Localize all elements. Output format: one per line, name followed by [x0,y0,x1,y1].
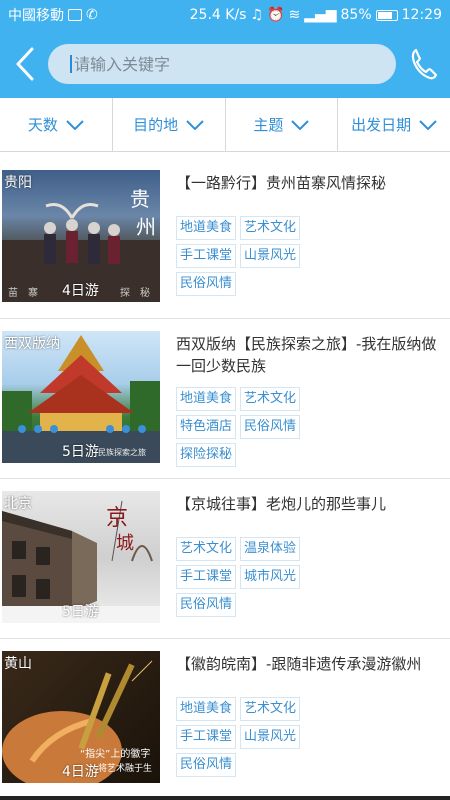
tour-title: 【徽韵皖南】-跟随非遗传承漫游徽州 [176,655,422,673]
chevron-down-icon [291,119,310,130]
tag: 温泉体验 [240,537,301,561]
tag: 探险探秘 [176,443,237,467]
tag: 民俗风情 [176,272,237,296]
svg-text:苗 寨: 苗 寨 [8,286,38,299]
filter-days[interactable]: 天数 [0,98,113,151]
list-item[interactable]: 贵 州 苗 寨 探 秘 贵阳 4日游 【一路黔行】贵州苗寨风情探秘 地道美食 艺… [0,160,450,318]
tag: 特色酒店 [176,415,237,439]
tour-days: 5日游 [62,604,99,620]
svg-text:州: 州 [136,215,156,239]
phone-icon [411,48,438,80]
tour-days: 5日游 [62,444,99,460]
tag-list: 地道美食 艺术文化 手工课堂 山景风光 民俗风情 [176,216,356,296]
tour-content: 西双版纳【民族探索之旅】-我在版纳做一回少数民族 地道美食 艺术文化 特色酒店 … [160,331,450,478]
tag: 山景风光 [240,244,301,268]
tag-list: 地道美食 艺术文化 特色酒店 民俗风情 探险探秘 [176,387,356,467]
tour-title: 西双版纳【民族探索之旅】-我在版纳做一回少数民族 [176,335,437,375]
tour-location: 北京 [4,496,32,512]
tour-thumbnail: 贵 州 苗 寨 探 秘 贵阳 4日游 [2,170,160,302]
tag-list: 艺术文化 温泉体验 手工课堂 城市风光 民俗风情 [176,537,356,617]
list-item[interactable]: “指尖”上的徽字 将艺术融于生 黄山 4日游 【徽韵皖南】-跟随非遗传承漫游徽州… [0,638,450,798]
tour-thumbnail: “指尖”上的徽字 将艺术融于生 黄山 4日游 [2,651,160,783]
tag: 城市风光 [240,565,301,589]
chevron-down-icon [419,119,437,130]
bottom-edge [0,796,450,800]
tag: 民俗风情 [240,415,301,439]
tour-content: 【徽韵皖南】-跟随非遗传承漫游徽州 地道美食 艺术文化 手工课堂 山景风光 民俗… [160,651,450,798]
tour-title: 【一路黔行】贵州苗寨风情探秘 [176,174,387,192]
svg-text:民族探索之旅: 民族探索之旅 [98,447,146,457]
tag: 艺术文化 [240,216,301,240]
tag: 地道美食 [176,216,237,240]
back-button[interactable] [8,44,42,84]
activity-icon [68,9,82,21]
tour-content: 【京城往事】老炮儿的那些事儿 艺术文化 温泉体验 手工课堂 城市风光 民俗风情 [160,491,450,638]
battery-percent: 85% [340,7,372,23]
tour-thumbnail: 民族探索之旅 西双版纳 5日游 [2,331,160,463]
tour-thumbnail: 京 城 北京 5日游 [2,491,160,623]
chevron-down-icon [66,119,84,130]
tag: 艺术文化 [176,537,237,561]
top-bar [0,30,450,98]
svg-text:城: 城 [116,533,134,554]
alarm-icon: ⏰ [267,7,285,23]
svg-text:贵: 贵 [130,187,150,211]
tag: 艺术文化 [240,387,301,411]
filter-label: 主题 [253,116,284,134]
phone-button[interactable] [406,44,442,84]
tag: 地道美食 [176,387,237,411]
tour-location: 黄山 [4,656,32,672]
carrier-label: 中國移動 [8,8,64,24]
back-arrow-icon [16,47,34,81]
tag: 山景风光 [240,725,301,749]
call-icon: ✆ [86,7,98,23]
headphone-icon: ♫ [250,7,264,23]
tag: 手工课堂 [176,244,237,268]
tour-days: 4日游 [62,764,99,780]
tour-location: 西双版纳 [4,336,60,352]
tour-days: 4日游 [62,283,99,299]
list-item[interactable]: 民族探索之旅 西双版纳 5日游 西双版纳【民族探索之旅】-我在版纳做一回少数民族… [0,318,450,478]
chevron-down-icon [186,119,204,130]
tag: 艺术文化 [240,697,301,721]
search-input[interactable] [73,54,396,74]
filter-bar: 天数 目的地 主题 出发日期 [0,98,450,152]
filter-label: 天数 [27,116,58,134]
tag-list: 地道美食 艺术文化 手工课堂 山景风光 民俗风情 [176,697,356,777]
tour-title: 【京城往事】老炮儿的那些事儿 [176,495,387,513]
filter-theme[interactable]: 主题 [226,98,339,151]
network-speed: 25.4 K/s [189,7,247,23]
filter-destination[interactable]: 目的地 [113,98,226,151]
filter-label: 出发日期 [351,116,412,134]
list-item[interactable]: 京 城 北京 5日游 【京城往事】老炮儿的那些事儿 艺术文化 温泉体验 手工课堂… [0,478,450,638]
search-box[interactable] [48,44,396,84]
svg-text:“指尖”上的徽字: “指尖”上的徽字 [80,747,150,760]
tour-location: 贵阳 [4,175,32,191]
tag: 手工课堂 [176,565,237,589]
svg-text:京: 京 [106,506,128,531]
filter-label: 目的地 [133,116,179,134]
tour-list: 贵 州 苗 寨 探 秘 贵阳 4日游 【一路黔行】贵州苗寨风情探秘 地道美食 艺… [0,152,450,798]
svg-text:将艺术融于生: 将艺术融于生 [98,762,152,774]
battery-icon [375,9,398,21]
clock: 12:29 [401,7,442,23]
svg-text:探 秘: 探 秘 [120,286,150,299]
filter-departure-date[interactable]: 出发日期 [338,98,450,151]
text-cursor [70,55,72,73]
tag: 民俗风情 [176,753,237,777]
tag: 地道美食 [176,697,237,721]
status-bar: 中國移動 ✆ 25.4 K/s ♫ ⏰ ≋ ▂▄▆ 85% 12:29 [0,0,450,30]
tour-content: 【一路黔行】贵州苗寨风情探秘 地道美食 艺术文化 手工课堂 山景风光 民俗风情 [160,170,450,318]
tag: 手工课堂 [176,725,237,749]
tag: 民俗风情 [176,593,237,617]
signal-icon: ▂▄▆ [304,7,337,23]
wifi-icon: ≋ [288,7,301,23]
